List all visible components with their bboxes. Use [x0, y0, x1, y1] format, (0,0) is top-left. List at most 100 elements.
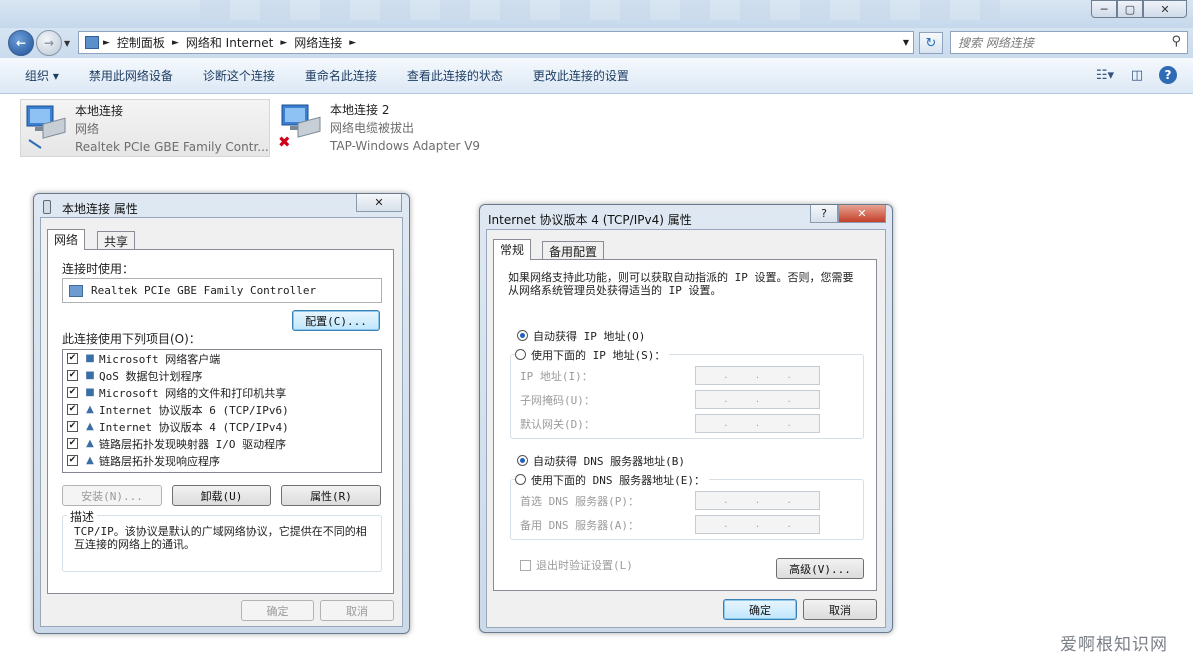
help-icon[interactable]: ?: [810, 205, 838, 223]
gateway-field[interactable]: ...: [695, 414, 820, 433]
checkbox[interactable]: ✔: [67, 387, 78, 398]
list-item-label: Internet 协议版本 6 (TCP/IPv6): [99, 403, 289, 417]
adapter-local-connection[interactable]: 本地连接 网络 Realtek PCIe GBE Family Contr...: [20, 99, 270, 157]
list-item[interactable]: ✔ ▲ 链路层拓扑发现响应程序: [63, 452, 381, 469]
list-item[interactable]: ✔ ■ QoS 数据包计划程序: [63, 367, 381, 384]
manual-dns-option[interactable]: 使用下面的 DNS 服务器地址(E)：: [515, 472, 709, 488]
ip-octet-dot: .: [787, 418, 791, 429]
ip-octet-dot: .: [787, 519, 791, 530]
preview-pane-icon[interactable]: ◫: [1127, 66, 1147, 84]
chevron-right-icon[interactable]: ►: [172, 38, 179, 48]
advanced-button[interactable]: 高级(V)...: [776, 558, 864, 579]
toolbar-right: ☷▾ ◫ ?: [1095, 66, 1177, 84]
configure-button[interactable]: 配置(C)...: [292, 310, 380, 331]
chevron-right-icon[interactable]: ►: [349, 38, 356, 48]
auto-ip-option[interactable]: 自动获得 IP 地址(O): [517, 328, 645, 344]
close-icon[interactable]: ✕: [356, 194, 402, 212]
file-share-icon: ■: [85, 386, 95, 398]
subnet-mask-label: 子网掩码(U)：: [520, 394, 595, 407]
checkbox[interactable]: ✔: [67, 404, 78, 415]
window-titlebar: ─ ▢ ✕: [0, 0, 1193, 28]
alternate-dns-field[interactable]: ...: [695, 515, 820, 534]
rename-button[interactable]: 重命名此连接: [305, 67, 377, 84]
address-row: ← → ▼ ► 控制面板 ► 网络和 Internet ► 网络连接 ► ▼ ↻…: [0, 28, 1193, 58]
change-settings-button[interactable]: 更改此连接的设置: [533, 67, 629, 84]
cancel-button[interactable]: 取消: [803, 599, 877, 620]
view-status-button[interactable]: 查看此连接的状态: [407, 67, 503, 84]
uninstall-button[interactable]: 卸载(U): [172, 485, 271, 506]
refresh-button[interactable]: ↻: [919, 32, 943, 54]
checkbox[interactable]: [520, 559, 531, 571]
manual-ip-option[interactable]: 使用下面的 IP 地址(S)：: [515, 347, 670, 363]
properties-button[interactable]: 属性(R): [281, 485, 381, 506]
list-item[interactable]: ✔ ▲ 链路层拓扑发现映射器 I/O 驱动程序: [63, 435, 381, 452]
list-item[interactable]: ✔ ▲ Internet 协议版本 6 (TCP/IPv6): [63, 401, 381, 418]
address-bar[interactable]: ► 控制面板 ► 网络和 Internet ► 网络连接 ► ▼: [78, 31, 914, 54]
radio[interactable]: [517, 330, 528, 341]
list-item[interactable]: ✔ ■ Microsoft 网络客户端: [63, 350, 381, 367]
help-icon[interactable]: ?: [1159, 66, 1177, 84]
tab-alternate-config[interactable]: 备用配置: [542, 241, 605, 260]
chevron-right-icon[interactable]: ►: [280, 38, 287, 48]
ip-octet-dot: .: [724, 394, 728, 405]
ip-octet-dot: .: [787, 370, 791, 381]
list-item-label: 链路层拓扑发现映射器 I/O 驱动程序: [99, 437, 287, 451]
adapter-name: 本地连接 2: [330, 103, 390, 117]
list-item[interactable]: ✔ ▲ Internet 协议版本 4 (TCP/IPv4): [63, 418, 381, 435]
radio[interactable]: [515, 349, 526, 360]
checkbox[interactable]: ✔: [67, 353, 78, 364]
search-icon[interactable]: ⚲: [1171, 34, 1181, 49]
checkbox[interactable]: ✔: [67, 455, 78, 466]
adapter-local-connection-2[interactable]: ✖ 本地连接 2 网络电缆被拔出 TAP-Windows Adapter V9: [276, 99, 526, 157]
address-dropdown-icon[interactable]: ▼: [903, 38, 909, 47]
validate-settings-option[interactable]: 退出时验证设置(L): [520, 557, 633, 573]
close-icon[interactable]: ✕: [838, 205, 886, 223]
adapter-status: 网络电缆被拔出: [330, 121, 415, 135]
search-input[interactable]: 搜索 网络连接 ⚲: [950, 31, 1188, 54]
adapter-status: 网络: [75, 122, 100, 136]
breadcrumb-network-internet[interactable]: 网络和 Internet: [179, 34, 280, 51]
diagnose-button[interactable]: 诊断这个连接: [203, 67, 275, 84]
organize-menu[interactable]: 组织 ▾: [25, 67, 59, 84]
checkbox[interactable]: ✔: [67, 421, 78, 432]
tab-sharing[interactable]: 共享: [97, 231, 136, 250]
ok-button[interactable]: 确定: [723, 599, 797, 620]
auto-dns-option[interactable]: 自动获得 DNS 服务器地址(B): [517, 453, 685, 469]
checkbox[interactable]: ✔: [67, 370, 78, 381]
radio[interactable]: [515, 474, 526, 485]
radio[interactable]: [517, 455, 528, 466]
checkbox[interactable]: ✔: [67, 438, 78, 449]
protocol-icon: ▲: [86, 437, 94, 449]
chevron-right-icon[interactable]: ►: [103, 38, 110, 48]
breadcrumb-control-panel[interactable]: 控制面板: [110, 34, 172, 51]
minimize-button[interactable]: ─: [1091, 0, 1117, 18]
preferred-dns-field[interactable]: ...: [695, 491, 820, 510]
close-button[interactable]: ✕: [1143, 0, 1187, 18]
list-item-label: Internet 协议版本 4 (TCP/IPv4): [99, 420, 289, 434]
components-list[interactable]: ✔ ■ Microsoft 网络客户端 ✔ ■ QoS 数据包计划程序 ✔ ■ Micros…: [62, 349, 382, 473]
search-placeholder: 搜索 网络连接: [958, 36, 1034, 50]
forward-button[interactable]: →: [36, 30, 62, 56]
dialog-title: Internet 协议版本 4 (TCP/IPv4) 属性: [488, 213, 692, 227]
ip-octet-dot: .: [724, 495, 728, 506]
tab-network[interactable]: 网络: [47, 229, 86, 250]
validate-settings-label: 退出时验证设置(L): [536, 559, 633, 572]
subnet-mask-field[interactable]: ...: [695, 390, 820, 409]
adapter-small-icon: [69, 284, 83, 297]
adapter-device: Realtek PCIe GBE Family Contr...: [75, 140, 269, 154]
ip-address-field[interactable]: ...: [695, 366, 820, 385]
recent-pages-dropdown-icon[interactable]: ▼: [64, 39, 70, 48]
ok-button[interactable]: 确定: [241, 600, 314, 621]
ip-octet-dot: .: [787, 394, 791, 405]
network-adapter-icon: [21, 100, 75, 156]
cancel-button[interactable]: 取消: [320, 600, 394, 621]
tab-general[interactable]: 常规: [493, 239, 532, 260]
maximize-button[interactable]: ▢: [1117, 0, 1143, 18]
install-button[interactable]: 安装(N)...: [62, 485, 162, 506]
breadcrumb-network-connections[interactable]: 网络连接: [287, 34, 349, 51]
back-button[interactable]: ←: [8, 30, 34, 56]
ip-octet-dot: .: [787, 495, 791, 506]
list-item[interactable]: ✔ ■ Microsoft 网络的文件和打印机共享: [63, 384, 381, 401]
view-options-icon[interactable]: ☷▾: [1095, 66, 1115, 84]
disable-device-button[interactable]: 禁用此网络设备: [89, 67, 173, 84]
